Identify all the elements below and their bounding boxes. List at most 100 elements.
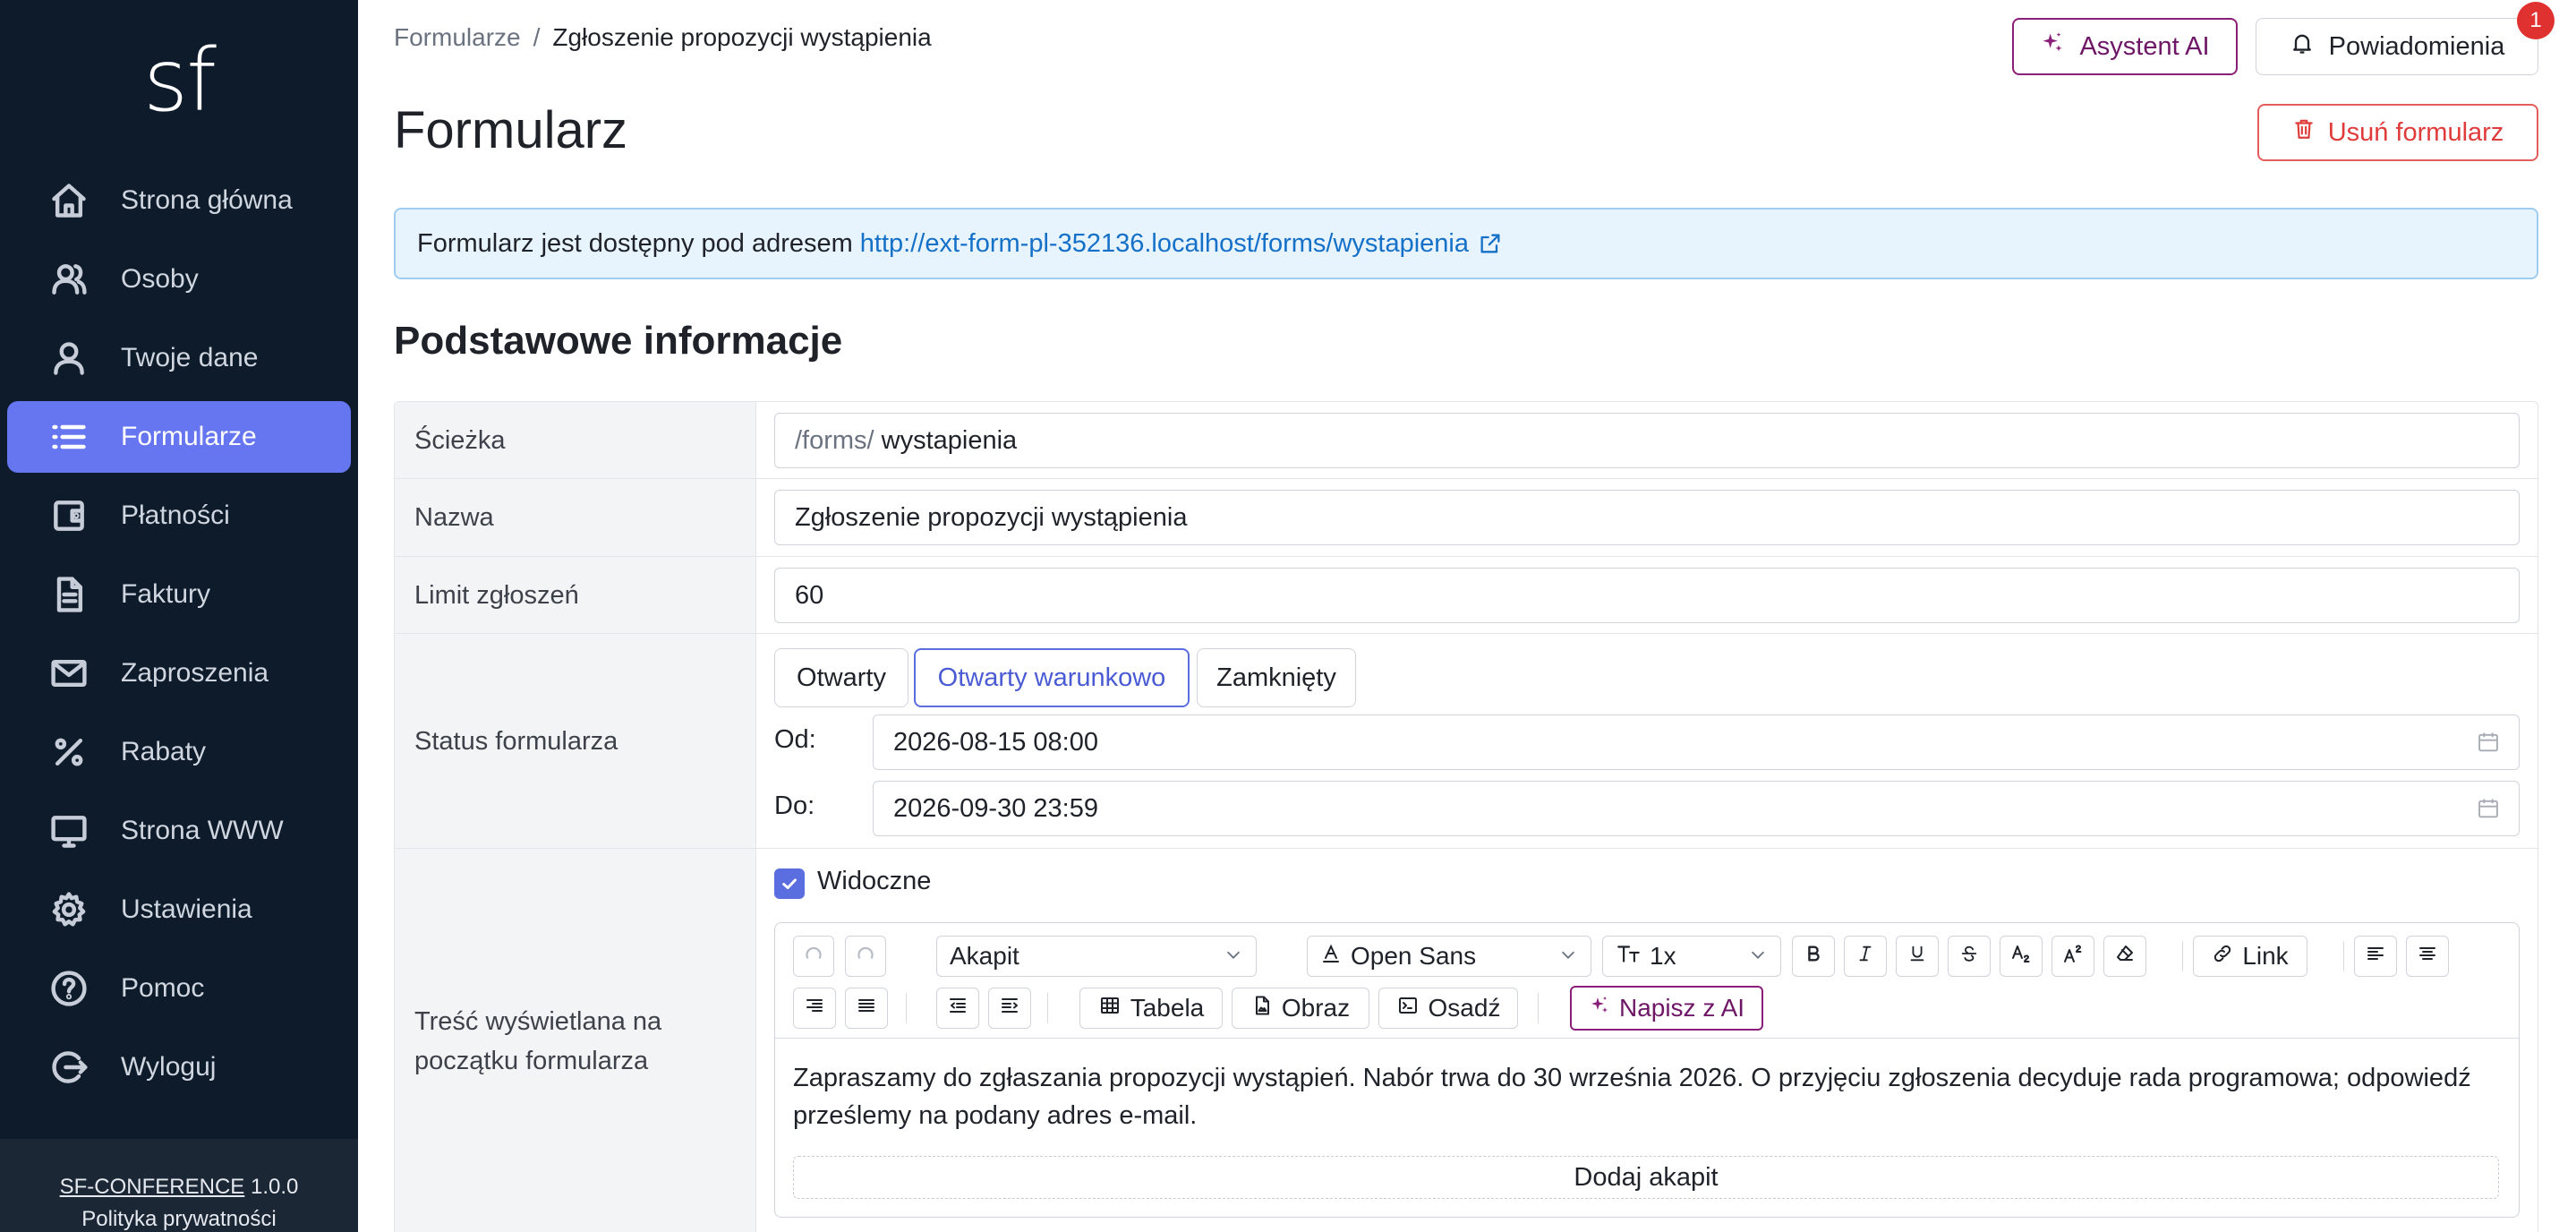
ai-assistant-button[interactable]: Asystent AI [2012, 18, 2238, 75]
strikethrough-button[interactable] [1948, 936, 1991, 977]
monitor-icon [48, 810, 90, 851]
external-link-icon[interactable] [1478, 231, 1503, 256]
chevron-down-icon [1224, 942, 1243, 971]
wallet-icon [48, 495, 90, 536]
date-to-value: 2026-09-30 23:59 [893, 793, 1098, 823]
status-open-option[interactable]: Otwarty [774, 648, 908, 707]
content-row: Treść wyświetlana na początku formularza… [395, 849, 2538, 1232]
sidebar-footer: SF-CONFERENCE 1.0.0 Polityka prywatności [0, 1139, 358, 1232]
sidebar-item-label: Faktury [121, 579, 211, 609]
gear-icon [48, 889, 90, 930]
block-type-select[interactable]: Akapit [936, 936, 1257, 977]
font-size-select[interactable]: 1x [1602, 936, 1781, 977]
app-version: SF-CONFERENCE 1.0.0 [0, 1171, 358, 1203]
calendar-icon[interactable] [2476, 796, 2501, 828]
app-name-link[interactable]: SF-CONFERENCE [60, 1175, 245, 1199]
version-number: 1.0.0 [250, 1175, 299, 1199]
sparkle-icon [1589, 994, 1610, 1022]
notifications-label: Powiadomienia [2328, 31, 2505, 61]
sidebar-item-osoby[interactable]: Osoby [7, 244, 351, 315]
limit-input[interactable]: 60 [774, 568, 2520, 623]
insert-image-button[interactable]: Obraz [1232, 988, 1369, 1029]
editor-content-paragraph[interactable]: Zapraszamy do zgłaszania propozycji wyst… [793, 1059, 2503, 1134]
sidebar-item-pomoc[interactable]: Pomoc [7, 953, 351, 1024]
sidebar-item-zaproszenia[interactable]: Zaproszenia [7, 637, 351, 709]
status-row: Status formularza Otwarty Otwarty warunk… [395, 634, 2538, 849]
superscript-button[interactable] [2051, 936, 2094, 977]
sidebar: sf Strona główna Osoby Twoje dane Formul… [0, 0, 358, 1232]
status-closed-option[interactable]: Zamknięty [1197, 648, 1356, 707]
clear-format-button[interactable] [2103, 936, 2146, 977]
redo-button[interactable] [845, 936, 886, 977]
eraser-icon [2114, 942, 2136, 971]
align-right-button[interactable] [793, 988, 836, 1029]
font-family-select[interactable]: Open Sans [1307, 936, 1591, 977]
undo-icon [802, 942, 825, 971]
embed-button[interactable]: Osadź [1378, 988, 1518, 1029]
notifications-button[interactable]: Powiadomienia [2256, 18, 2538, 75]
block-type-value: Akapit [950, 942, 1019, 970]
sidebar-item-rabaty[interactable]: Rabaty [7, 716, 351, 788]
app-logo[interactable]: sf [0, 36, 358, 125]
link-icon [2212, 942, 2233, 971]
align-center-button[interactable] [2406, 936, 2449, 977]
toolbar-divider [1538, 993, 1539, 1023]
subscript-icon [2010, 942, 2032, 971]
align-justify-button[interactable] [845, 988, 888, 1029]
delete-form-label: Usuń formularz [2327, 117, 2504, 147]
sidebar-nav: Strona główna Osoby Twoje dane Formularz… [7, 165, 351, 1110]
sidebar-item-faktury[interactable]: Faktury [7, 559, 351, 630]
subscript-button[interactable] [2000, 936, 2043, 977]
delete-form-button[interactable]: Usuń formularz [2257, 104, 2538, 161]
add-paragraph-button[interactable]: Dodaj akapit [793, 1156, 2499, 1199]
outdent-button[interactable] [936, 988, 979, 1029]
sidebar-item-label: Zaproszenia [121, 658, 269, 688]
link-button[interactable]: Link [2193, 936, 2307, 977]
sidebar-item-formularze[interactable]: Formularze [7, 401, 351, 473]
sidebar-item-twoje-dane[interactable]: Twoje dane [7, 322, 351, 394]
chevron-down-icon [1558, 942, 1578, 971]
sidebar-item-label: Osoby [121, 264, 199, 294]
breadcrumb-parent-link[interactable]: Formularze [394, 23, 521, 51]
name-label: Nazwa [395, 479, 756, 556]
sidebar-item-label: Strona WWW [121, 816, 284, 845]
sidebar-item-strona-www[interactable]: Strona WWW [7, 795, 351, 867]
sidebar-item-wyloguj[interactable]: Wyloguj [7, 1031, 351, 1103]
indent-button[interactable] [988, 988, 1031, 1029]
date-to-input[interactable]: 2026-09-30 23:59 [873, 781, 2520, 836]
sidebar-item-ustawienia[interactable]: Ustawienia [7, 874, 351, 945]
name-input[interactable]: Zgłoszenie propozycji wystąpienia [774, 490, 2520, 545]
bold-button[interactable] [1792, 936, 1835, 977]
align-left-button[interactable] [2354, 936, 2397, 977]
form-url-link[interactable]: http://ext-form-pl-352136.localhost/form… [860, 229, 1469, 259]
embed-label: Osadź [1428, 994, 1501, 1022]
sidebar-item-strona-glowna[interactable]: Strona główna [7, 165, 351, 236]
outdent-icon [947, 994, 968, 1022]
privacy-policy-link[interactable]: Polityka prywatności [0, 1203, 358, 1232]
ai-write-button[interactable]: Napisz z AI [1570, 986, 1763, 1031]
path-input[interactable]: /forms/ wystapienia [774, 413, 2520, 468]
insert-table-button[interactable]: Tabela [1079, 988, 1223, 1029]
calendar-icon[interactable] [2476, 730, 2501, 762]
sidebar-item-label: Twoje dane [121, 343, 259, 372]
bold-icon [1804, 942, 1823, 971]
align-center-icon [2417, 942, 2438, 971]
italic-button[interactable] [1844, 936, 1887, 977]
visible-checkbox-label[interactable]: Widoczne [817, 867, 931, 896]
terminal-icon [1396, 994, 1420, 1022]
status-conditional-option[interactable]: Otwarty warunkowo [914, 648, 1190, 707]
sidebar-item-platnosci[interactable]: Płatności [7, 480, 351, 552]
date-from-input[interactable]: 2026-08-15 08:00 [873, 714, 2520, 770]
breadcrumb-separator: / [533, 23, 541, 51]
sidebar-item-label: Strona główna [121, 185, 293, 215]
text-size-icon [1616, 942, 1642, 971]
notifications-count-badge: 1 [2517, 2, 2555, 39]
visible-checkbox[interactable] [774, 868, 805, 899]
date-from-value: 2026-08-15 08:00 [893, 727, 1098, 757]
align-right-icon [804, 994, 825, 1022]
align-left-icon [2365, 942, 2386, 971]
undo-button[interactable] [793, 936, 834, 977]
bell-icon [2290, 30, 2315, 63]
underline-button[interactable] [1896, 936, 1939, 977]
date-to-label: Do: [774, 791, 815, 820]
